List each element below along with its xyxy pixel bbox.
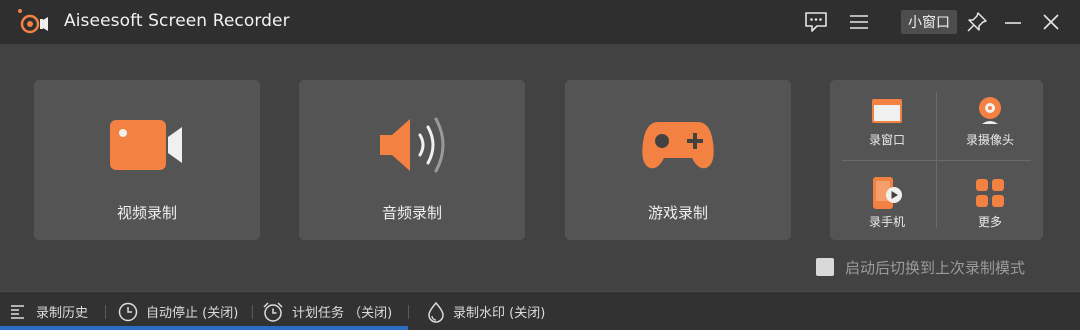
taskbar-accent <box>0 326 408 330</box>
mini-window-button[interactable]: 小窗口 <box>901 10 957 34</box>
schedule-task-label: 计划任务 （关闭) <box>292 306 393 321</box>
watermark-button[interactable]: 录制水印 (关闭) <box>427 292 545 330</box>
more-tools-button[interactable]: 更多 <box>937 162 1043 242</box>
app-title: Aiseesoft Screen Recorder <box>64 11 290 31</box>
feedback-icon[interactable] <box>803 9 829 35</box>
divider <box>842 160 1031 161</box>
record-window-button[interactable]: 录窗口 <box>834 80 940 160</box>
window-icon <box>872 99 902 123</box>
video-recorder-label: 视频录制 <box>116 204 177 222</box>
title-bar: Aiseesoft Screen Recorder 小窗口 <box>0 0 1080 44</box>
video-camera-icon <box>110 120 182 170</box>
record-window-label: 录窗口 <box>868 133 905 147</box>
audio-recorder-label: 音频录制 <box>381 204 442 222</box>
video-recorder-card[interactable]: 视频录制 <box>34 80 260 240</box>
record-phone-label: 录手机 <box>868 215 905 229</box>
menu-icon[interactable] <box>846 9 872 35</box>
app-logo-icon <box>18 9 48 34</box>
gamepad-icon <box>642 122 714 169</box>
watermark-label: 录制水印 (关闭) <box>453 306 546 321</box>
game-recorder-card[interactable]: 游戏录制 <box>565 80 791 240</box>
footer-divider <box>408 305 409 319</box>
auto-stop-label: 自动停止 (关闭) <box>146 306 239 321</box>
record-webcam-label: 录摄像头 <box>965 133 1014 147</box>
record-webcam-button[interactable]: 录摄像头 <box>937 80 1043 160</box>
list-icon <box>11 304 24 319</box>
phone-icon <box>873 177 902 209</box>
footer-bar: 录制历史 自动停止 (关闭) 计划任务 （关闭) 录制水印 (关闭) <box>0 291 1080 330</box>
footer-divider <box>105 305 106 319</box>
schedule-task-button[interactable]: 计划任务 （关闭) <box>262 292 392 330</box>
alarm-icon <box>263 301 283 322</box>
resume-last-mode-checkbox[interactable] <box>816 258 834 276</box>
main-panel: 视频录制 音频录制 游戏录制 录窗口 录摄像头 录手机 更多 启动后切换到上次录… <box>0 44 1080 291</box>
record-history-label: 录制历史 <box>36 306 89 321</box>
quick-tools-panel: 录窗口 录摄像头 录手机 更多 <box>830 80 1043 240</box>
record-history-button[interactable]: 录制历史 <box>10 292 88 330</box>
grid-icon <box>976 179 1004 207</box>
pin-icon[interactable] <box>964 9 990 35</box>
clock-icon <box>118 302 138 321</box>
speaker-icon <box>380 117 445 173</box>
more-tools-label: 更多 <box>977 215 1002 229</box>
minimize-icon[interactable] <box>1000 9 1026 35</box>
resume-last-mode-label: 启动后切换到上次录制模式 <box>845 258 1026 277</box>
footer-divider <box>252 305 253 319</box>
auto-stop-button[interactable]: 自动停止 (关闭) <box>118 292 238 330</box>
resume-last-mode-option[interactable]: 启动后切换到上次录制模式 <box>816 257 1025 277</box>
game-recorder-label: 游戏录制 <box>647 204 708 222</box>
close-icon[interactable] <box>1038 9 1064 35</box>
audio-recorder-card[interactable]: 音频录制 <box>299 80 525 240</box>
webcam-icon <box>979 97 1001 124</box>
droplet-icon <box>428 301 444 323</box>
record-phone-button[interactable]: 录手机 <box>834 162 940 242</box>
